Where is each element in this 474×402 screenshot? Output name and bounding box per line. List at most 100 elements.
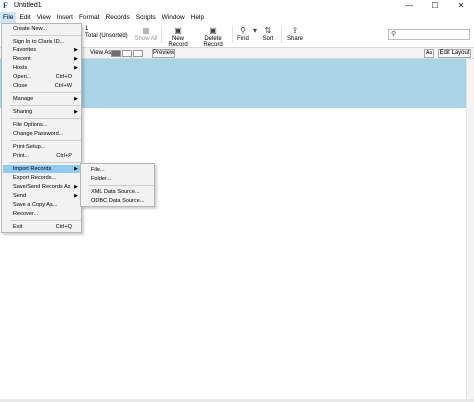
- view-table-button[interactable]: [133, 50, 143, 57]
- menu-item-create-new[interactable]: Create New...: [3, 25, 81, 33]
- menu-item-save-send-records[interactable]: Save/Send Records As ▶: [3, 183, 81, 191]
- menu-item-recover[interactable]: Recover...: [3, 210, 81, 218]
- menu-help[interactable]: Help: [188, 12, 207, 23]
- menu-item-label: Change Password...: [13, 131, 64, 137]
- menu-item-label: Hosts: [13, 65, 28, 71]
- menu-item-favorites[interactable]: Favorites ▶: [3, 46, 81, 54]
- menu-item-shortcut: Ctrl+O: [55, 74, 72, 80]
- menu-item-sharing[interactable]: Sharing ▶: [3, 108, 81, 116]
- menu-item-manage[interactable]: Manage ▶: [3, 95, 81, 103]
- menu-item-sign-in[interactable]: Sign In to Claris ID...: [3, 38, 81, 46]
- menu-separator: [10, 35, 81, 36]
- menu-item-label: File Options...: [13, 122, 48, 128]
- chevron-right-icon: ▶: [74, 193, 78, 199]
- menu-item-label: Sharing: [13, 109, 33, 115]
- chevron-down-icon: ▾: [252, 26, 257, 35]
- menu-item-label: Sign In to Claris ID...: [13, 39, 65, 45]
- menu-bar: File Edit View Insert Format Records Scr…: [0, 12, 474, 23]
- find-dropdown[interactable]: ▾: [252, 26, 258, 36]
- menu-file[interactable]: File: [0, 12, 17, 23]
- menu-item-import-records[interactable]: Import Records ▶: [3, 165, 81, 173]
- menu-insert[interactable]: Insert: [54, 12, 76, 23]
- submenu-item-folder[interactable]: Folder...: [82, 175, 154, 183]
- view-list-button[interactable]: [122, 50, 132, 57]
- import-records-submenu: File... Folder... XML Data Source... ODB…: [80, 163, 155, 207]
- window-title: Untitled1: [14, 2, 42, 9]
- menu-item-label: Create New...: [13, 26, 47, 32]
- share-button[interactable]: ⇪ Share: [285, 26, 305, 42]
- menu-item-label: Export Records...: [13, 175, 57, 181]
- submenu-item-odbc-data-source[interactable]: ODBC Data Source...: [82, 197, 154, 205]
- menu-item-label: Recover...: [13, 211, 39, 217]
- delete-record-label: Delete Record: [203, 36, 223, 48]
- menu-edit[interactable]: Edit: [16, 12, 33, 23]
- menu-item-send[interactable]: Send ▶: [3, 192, 81, 200]
- menu-separator: [88, 185, 154, 186]
- menu-item-label: Open...: [13, 74, 32, 80]
- menu-item-hosts[interactable]: Hosts ▶: [3, 64, 81, 72]
- close-button[interactable]: ✕: [452, 1, 470, 11]
- chevron-right-icon: ▶: [74, 166, 78, 172]
- menu-view[interactable]: View: [34, 12, 54, 23]
- search-icon: ⚲: [391, 31, 397, 38]
- delete-record-button[interactable]: ▣ Delete Record: [195, 26, 231, 48]
- show-all-label: Show All: [134, 36, 158, 42]
- title-bar: F Untitled1 — ☐ ✕: [0, 0, 474, 12]
- toolbar-divider: [281, 27, 282, 43]
- formatting-bar-button[interactable]: Aa: [424, 49, 434, 58]
- new-record-label: New Record: [168, 36, 188, 48]
- menu-item-label: Import Records: [13, 166, 52, 172]
- find-label: Find: [237, 36, 249, 42]
- menu-item-shortcut: Ctrl+P: [56, 153, 72, 159]
- menu-item-print-setup[interactable]: Print Setup...: [3, 143, 81, 151]
- record-count: 1: [85, 26, 89, 32]
- menu-item-recent[interactable]: Recent ▶: [3, 55, 81, 63]
- menu-format[interactable]: Format: [76, 12, 103, 23]
- sort-button[interactable]: ⇅ Sort: [260, 26, 276, 42]
- share-icon: ⇪: [291, 26, 299, 35]
- menu-item-print[interactable]: Print... Ctrl+P: [3, 152, 81, 160]
- view-form-button[interactable]: [111, 50, 121, 57]
- submenu-item-xml-data-source[interactable]: XML Data Source...: [82, 188, 154, 196]
- menu-separator: [10, 92, 81, 93]
- search-input[interactable]: ⚲: [388, 29, 470, 40]
- submenu-item-file[interactable]: File...: [82, 166, 154, 174]
- menu-item-close[interactable]: Close Ctrl+W: [3, 82, 81, 90]
- chevron-right-icon: ▶: [74, 65, 78, 71]
- filemaker-icon: F: [3, 1, 8, 10]
- show-all-icon: ▦: [142, 26, 150, 35]
- menu-item-save-copy[interactable]: Save a Copy As...: [3, 201, 81, 209]
- menu-separator: [10, 118, 81, 119]
- chevron-right-icon: ▶: [74, 184, 78, 190]
- menu-item-label: Save a Copy As...: [13, 202, 58, 208]
- minimize-button[interactable]: —: [400, 1, 418, 11]
- edit-layout-button[interactable]: Edit Layout: [438, 49, 471, 58]
- maximize-button[interactable]: ☐: [426, 1, 444, 11]
- show-all-button[interactable]: ▦ Show All: [134, 26, 158, 42]
- preview-button[interactable]: Preview: [152, 49, 175, 58]
- new-record-button[interactable]: ▣ New Record: [162, 26, 194, 48]
- new-record-icon: ▣: [174, 26, 182, 35]
- menu-item-label: Print Setup...: [13, 144, 46, 150]
- share-label: Share: [286, 36, 303, 42]
- menu-item-label: Print...: [13, 153, 30, 159]
- menu-scripts[interactable]: Scripts: [133, 12, 159, 23]
- menu-item-open[interactable]: Open... Ctrl+O: [3, 73, 81, 81]
- toolbar-divider: [232, 27, 233, 43]
- menu-item-label: Favorites: [13, 47, 37, 53]
- menu-item-file-options[interactable]: File Options...: [3, 121, 81, 129]
- chevron-right-icon: ▶: [74, 109, 78, 115]
- menu-window[interactable]: Window: [159, 12, 188, 23]
- find-button[interactable]: ⚲ Find: [234, 26, 252, 42]
- menu-item-export-records[interactable]: Export Records...: [3, 174, 81, 182]
- sort-icon: ⇅: [264, 26, 272, 35]
- menu-item-exit[interactable]: Exit Ctrl+Q: [3, 223, 81, 231]
- file-menu: Create New... Sign In to Claris ID... Fa…: [1, 23, 82, 233]
- vertical-scrollbar[interactable]: [466, 59, 474, 399]
- menu-item-label: Close: [13, 83, 28, 89]
- menu-separator: [10, 162, 81, 163]
- menu-item-change-password[interactable]: Change Password...: [3, 130, 81, 138]
- menu-records[interactable]: Records: [103, 12, 133, 23]
- chevron-right-icon: ▶: [74, 47, 78, 53]
- chevron-right-icon: ▶: [74, 96, 78, 102]
